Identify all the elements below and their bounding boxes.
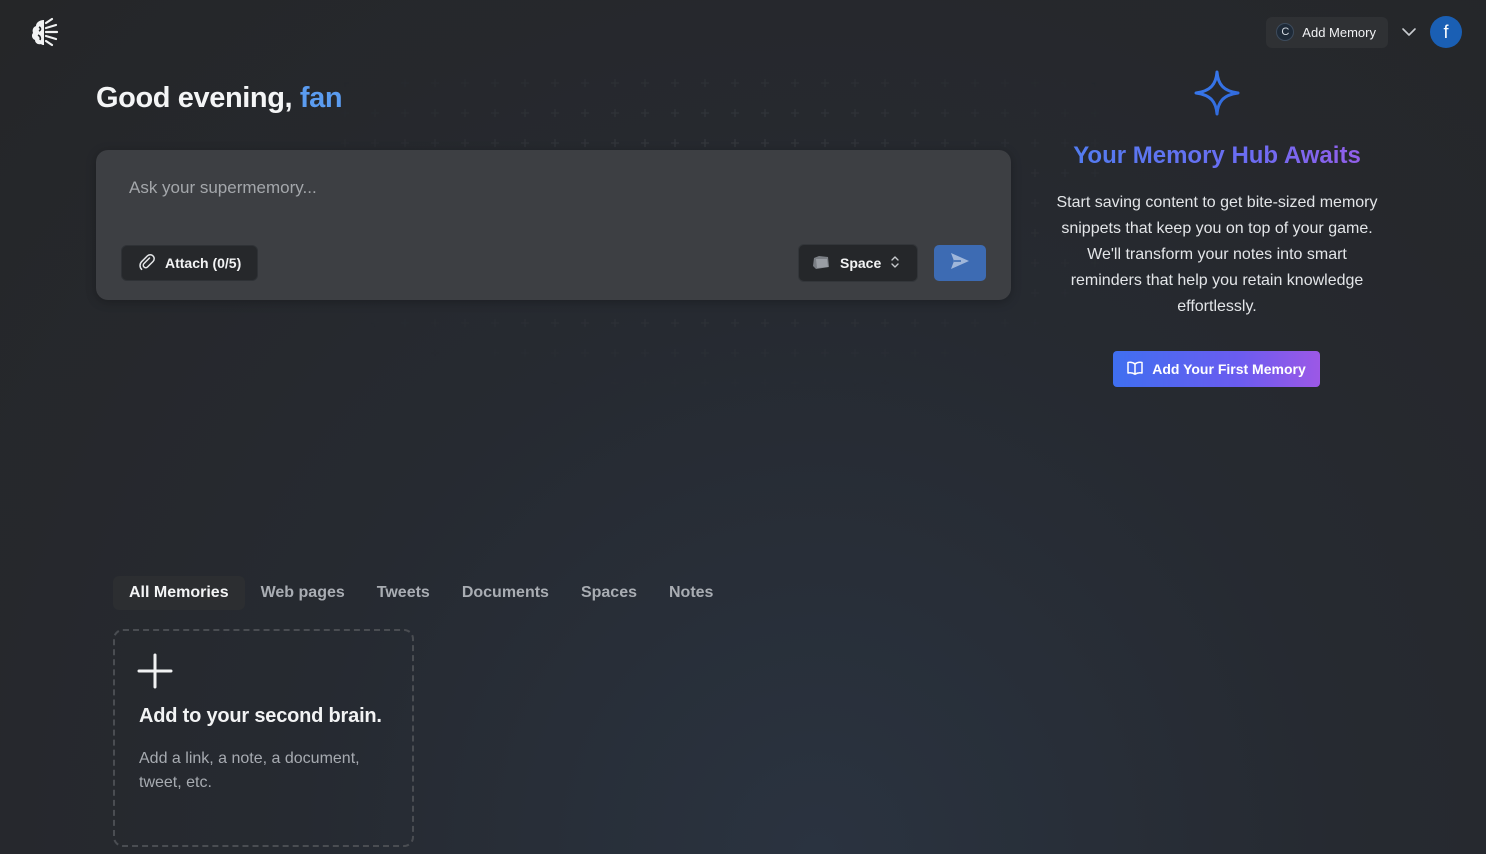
chevron-up-down-icon <box>890 255 900 272</box>
chevron-down-icon[interactable] <box>1398 21 1420 43</box>
add-to-brain-card[interactable]: Add to your second brain. Add a link, a … <box>113 629 414 847</box>
ask-panel: Attach (0/5) Space <box>96 150 1011 300</box>
plus-icon <box>137 653 173 689</box>
space-label: Space <box>840 255 882 271</box>
ask-input[interactable] <box>129 178 969 198</box>
user-name: fan <box>299 82 343 114</box>
space-selector[interactable]: Space <box>798 244 918 282</box>
folder-icon <box>811 254 831 273</box>
attach-button[interactable]: Attach (0/5) <box>121 245 259 281</box>
greeting-heading: Good evening, fan <box>96 82 343 115</box>
hub-description: Start saving content to get bite-sized m… <box>1056 194 1378 315</box>
memory-badge: C <box>1276 23 1295 41</box>
tab-web-pages[interactable]: Web pages <box>245 576 361 610</box>
tab-documents[interactable]: Documents <box>446 576 565 610</box>
avatar[interactable]: f <box>1430 16 1462 48</box>
hub-title: Your Memory Hub Awaits <box>1050 142 1384 170</box>
brain-logo-icon[interactable] <box>31 17 59 47</box>
sparkle-icon <box>1194 70 1240 116</box>
add-memory-button[interactable]: C Add Memory <box>1266 16 1388 48</box>
tab-notes[interactable]: Notes <box>653 576 729 610</box>
tab-all-memories[interactable]: All Memories <box>113 576 245 610</box>
tab-spaces[interactable]: Spaces <box>565 576 653 610</box>
send-icon <box>950 252 970 275</box>
add-card-title: Add to your second brain. <box>139 705 382 727</box>
tab-tweets[interactable]: Tweets <box>361 576 446 610</box>
add-first-memory-label: Add Your First Memory <box>1152 361 1306 377</box>
add-card-description: Add a link, a note, a document, tweet, e… <box>139 750 360 791</box>
book-open-icon <box>1127 361 1143 378</box>
top-bar-actions: C Add Memory f <box>1266 16 1462 48</box>
add-memory-label: Add Memory <box>1302 24 1376 40</box>
attach-label: Attach (0/5) <box>165 255 242 271</box>
send-button[interactable] <box>934 245 986 281</box>
add-first-memory-button[interactable]: Add Your First Memory <box>1113 351 1320 387</box>
paperclip-icon <box>138 253 156 274</box>
memory-tabs: All Memories Web pages Tweets Documents … <box>113 576 729 610</box>
greeting-prefix: Good evening, <box>96 82 293 114</box>
